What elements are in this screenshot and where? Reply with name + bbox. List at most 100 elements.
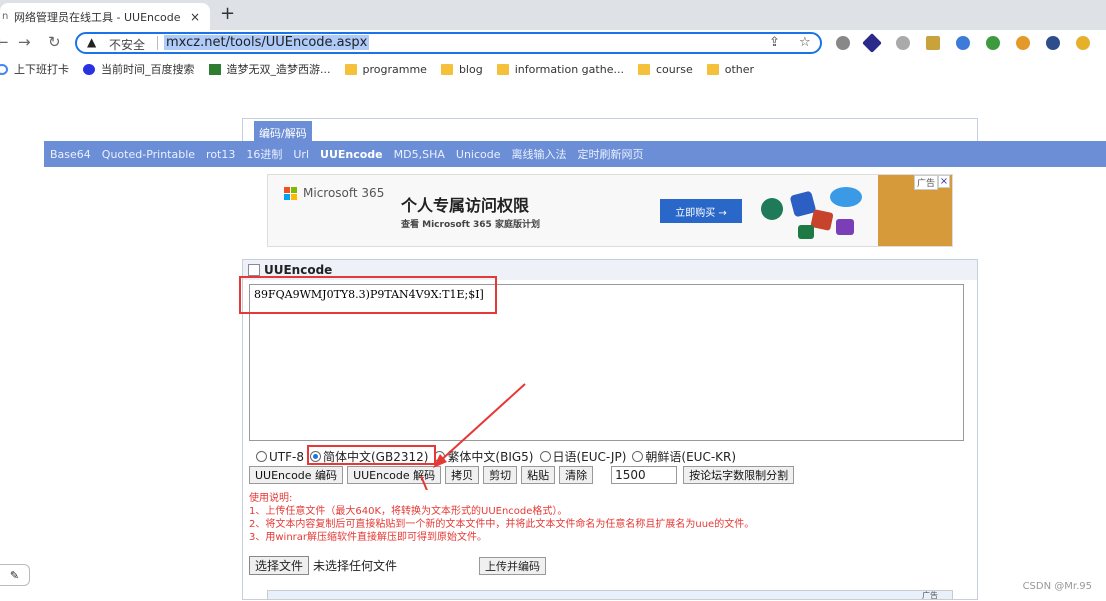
- bookmark-folder[interactable]: blog: [440, 62, 483, 76]
- choose-file-button[interactable]: 选择文件: [249, 556, 310, 575]
- forward-arrow-icon[interactable]: →: [18, 33, 31, 51]
- extension-paragraph-icon[interactable]: [926, 36, 940, 50]
- tool-nav: Base64 Quoted-Printable rot13 16进制 Url U…: [44, 141, 1106, 167]
- browser-tab[interactable]: n 网络管理员在线工具 - UUEncode ×: [0, 3, 210, 30]
- bookmark-folder[interactable]: programme: [344, 63, 427, 76]
- extension-user-icon[interactable]: [1076, 36, 1090, 50]
- panel-title: UUEncode: [264, 263, 333, 277]
- bookmark-label: blog: [458, 62, 483, 76]
- file-upload-row: 选择文件 未选择任何文件 上传并编码: [249, 556, 547, 575]
- tab-encode-decode[interactable]: 编码/解码: [254, 121, 312, 143]
- ad-badge: 广告: [922, 591, 938, 600]
- usage-line: 1、上传任意文件（最大640K，将转换为文本形式的UUEncode格式）。: [249, 506, 568, 517]
- uuencode-panel: UUEncode 89FQA9WMJ0TY8.3)P9TAN4V9X:T1E;$…: [239, 259, 978, 600]
- ad-subtitle: 查看 Microsoft 365 家庭版计划: [401, 220, 540, 230]
- file-status: 未选择任何文件: [313, 559, 398, 573]
- usage-notes: 使用说明: 1、上传任意文件（最大640K，将转换为文本形式的UUEncode格…: [249, 492, 754, 544]
- extension-vpn-icon[interactable]: [1046, 36, 1060, 50]
- nav-md5-sha[interactable]: MD5,SHA: [394, 148, 445, 161]
- radio-label: UTF-8: [269, 449, 304, 464]
- radio-button[interactable]: [632, 451, 644, 462]
- nav-url[interactable]: Url: [293, 148, 309, 161]
- nav-unicode[interactable]: Unicode: [456, 148, 501, 161]
- split-button[interactable]: 按论坛字数限制分割: [683, 466, 795, 484]
- ad-banner[interactable]: Microsoft 365 个人专属访问权限 查看 Microsoft 365 …: [267, 174, 953, 247]
- share-icon[interactable]: ⇪: [769, 35, 780, 50]
- tab-title: 网络管理员在线工具 - UUEncode: [14, 10, 181, 24]
- tab-strip: n 网络管理员在线工具 - UUEncode × +: [0, 0, 1106, 30]
- radio-button[interactable]: [539, 451, 551, 462]
- extension-globe-icon[interactable]: [836, 36, 850, 50]
- microsoft-logo-icon: [284, 187, 298, 201]
- radio-utf8[interactable]: UTF-8: [256, 450, 304, 464]
- browser-toolbar: ← → ↻ ▲ 不安全 mxcz.net/tools/UUEncode.aspx…: [0, 30, 1106, 57]
- folder-icon: [706, 63, 719, 75]
- nav-rot13[interactable]: rot13: [206, 148, 235, 161]
- nav-uuencode[interactable]: UUEncode: [320, 148, 383, 161]
- page-content: 编码/解码 Base64 Quoted-Printable rot13 16进制…: [0, 81, 1106, 600]
- folder-icon: [637, 63, 650, 75]
- bookmark-label: 上下班打卡: [14, 63, 69, 76]
- divider: [157, 36, 158, 50]
- upload-encode-button[interactable]: 上传并编码: [479, 556, 547, 575]
- radio-euc-jp[interactable]: 日语(EUC-JP): [539, 448, 627, 465]
- highlight-box-text: [239, 276, 497, 314]
- ad-close-icon[interactable]: ×: [938, 175, 950, 188]
- ad-badge: 广告: [913, 175, 938, 190]
- bookmark-folder[interactable]: course: [637, 62, 693, 76]
- nav-base64[interactable]: Base64: [50, 148, 91, 161]
- baidu-paw-icon: [83, 63, 95, 75]
- bookmarks-bar: 上下班打卡 当前时间_百度搜索 造梦无双_造梦西游... programme b…: [0, 57, 1106, 81]
- tab-close-icon[interactable]: ×: [190, 10, 200, 24]
- bottom-ad-banner[interactable]: 广告: [267, 590, 953, 600]
- radio-button[interactable]: [256, 451, 267, 462]
- nav-auto-refresh[interactable]: 定时刷新网页: [578, 146, 644, 162]
- extension-diamond-icon[interactable]: [862, 33, 882, 53]
- folder-icon: [496, 63, 509, 75]
- nav-hex[interactable]: 16进制: [246, 146, 282, 162]
- tab-favicon-icon: n: [2, 10, 9, 22]
- extension-shield-icon[interactable]: [956, 36, 970, 50]
- nav-quoted-printable[interactable]: Quoted-Printable: [102, 148, 195, 161]
- radio-label: 日语(EUC-JP): [552, 450, 627, 464]
- folder-icon: [344, 63, 357, 75]
- usage-heading: 使用说明:: [249, 493, 293, 504]
- bookmark-item[interactable]: 上下班打卡: [0, 61, 69, 77]
- radio-label: 朝鲜语(EUC-KR): [645, 450, 737, 464]
- radio-euc-kr[interactable]: 朝鲜语(EUC-KR): [632, 448, 736, 465]
- new-tab-button[interactable]: +: [220, 3, 235, 24]
- star-icon[interactable]: ☆: [799, 35, 811, 50]
- clear-button[interactable]: 清除: [559, 466, 594, 484]
- usage-line: 3、用winrar解压缩软件直接解压即可得到原始文件。: [249, 532, 488, 543]
- extension-cookie-icon[interactable]: [1016, 36, 1030, 50]
- encode-button[interactable]: UUEncode 编码: [249, 466, 344, 484]
- ad-title: 个人专属访问权限: [401, 196, 530, 215]
- game-icon: [208, 63, 221, 75]
- bookmark-folder[interactable]: information gathe...: [496, 62, 624, 76]
- extension-gear-icon[interactable]: [896, 36, 910, 50]
- clock-icon: [0, 63, 8, 75]
- url-text[interactable]: mxcz.net/tools/UUEncode.aspx: [164, 35, 370, 50]
- ad-brand: Microsoft 365: [303, 186, 385, 200]
- bookmark-label: other: [724, 62, 755, 76]
- bookmark-label: information gathe...: [514, 62, 624, 76]
- address-bar[interactable]: ▲ 不安全 mxcz.net/tools/UUEncode.aspx ⇪ ☆: [75, 32, 822, 54]
- reload-icon[interactable]: ↻: [48, 33, 61, 51]
- bookmark-folder[interactable]: other: [706, 62, 755, 76]
- pencil-icon[interactable]: ✎: [0, 564, 30, 586]
- warning-icon: ▲: [87, 35, 97, 49]
- document-icon: [248, 264, 260, 276]
- bookmark-label: 造梦无双_造梦西游...: [226, 63, 331, 76]
- usage-line: 2、将文本内容复制后可直接粘贴到一个新的文本文件中，并将此文本文件命名为任意名称…: [249, 519, 755, 530]
- bookmark-label: course: [655, 62, 693, 76]
- folder-icon: [440, 63, 453, 75]
- bookmark-item[interactable]: 当前时间_百度搜索: [83, 61, 195, 77]
- section-tab-box: 编码/解码: [242, 118, 978, 143]
- back-arrow-icon[interactable]: ←: [0, 33, 9, 51]
- extension-puzzle-icon[interactable]: [986, 36, 1000, 50]
- security-label[interactable]: 不安全: [109, 36, 145, 53]
- nav-offline-ime[interactable]: 离线输入法: [512, 146, 567, 162]
- split-length-input[interactable]: 1500: [611, 466, 678, 484]
- bookmark-item[interactable]: 造梦无双_造梦西游...: [208, 61, 331, 77]
- ad-buy-button[interactable]: 立即购买 →: [660, 199, 742, 223]
